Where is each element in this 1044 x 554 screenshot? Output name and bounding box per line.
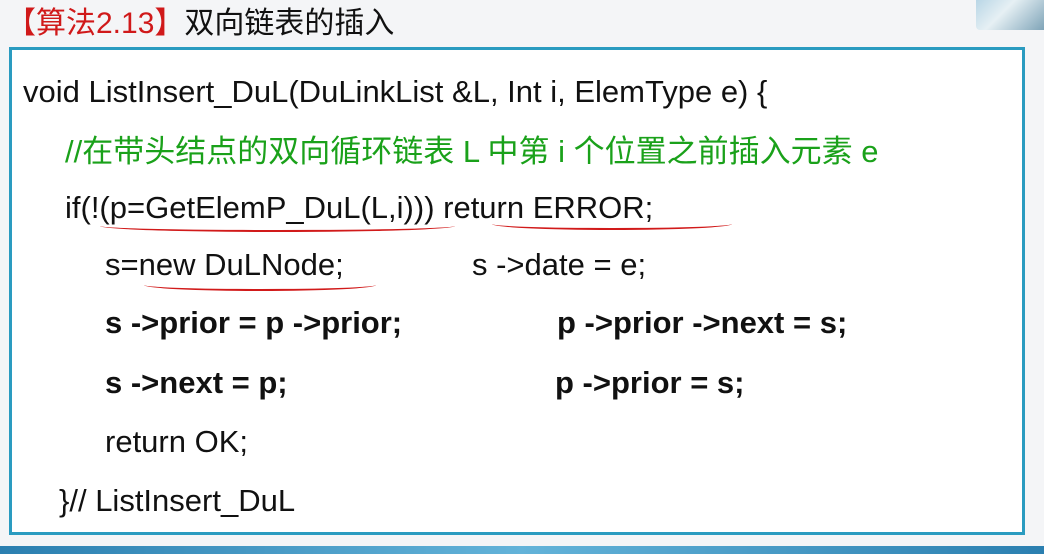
annotation-underline-new — [144, 283, 376, 291]
code-line-new-node: s=new DuLNode; — [105, 247, 344, 282]
slide-title: 【算法2.13】双向链表的插入 — [6, 4, 394, 44]
title-text: 双向链表的插入 — [184, 7, 395, 40]
code-line-p-prior-next: p ->prior ->next = s; — [557, 305, 848, 340]
code-line-date: s ->date = e; — [472, 247, 647, 282]
code-line-closing: }// ListInsert_DuL — [59, 483, 296, 518]
bottom-accent-bar — [0, 546, 1044, 554]
annotation-underline-getelem — [100, 224, 455, 232]
annotation-underline-return — [492, 222, 732, 230]
code-line-signature: void ListInsert_DuL(DuLinkList &L, Int i… — [23, 74, 768, 109]
code-block: void ListInsert_DuL(DuLinkList &L, Int i… — [9, 47, 1025, 535]
code-line-s-prior: s ->prior = p ->prior; — [105, 305, 403, 340]
code-line-s-next: s ->next = p; — [105, 365, 288, 400]
slide: 【算法2.13】双向链表的插入 void ListInsert_DuL(DuLi… — [0, 0, 1044, 554]
code-comment: //在带头结点的双向循环链表 L 中第 i 个位置之前插入元素 e — [65, 134, 879, 169]
code-line-return-ok: return OK; — [105, 424, 248, 459]
algorithm-tag: 【算法2.13】 — [6, 7, 185, 40]
code-line-p-prior: p ->prior = s; — [555, 365, 745, 400]
corner-video-thumbnail — [976, 0, 1044, 30]
